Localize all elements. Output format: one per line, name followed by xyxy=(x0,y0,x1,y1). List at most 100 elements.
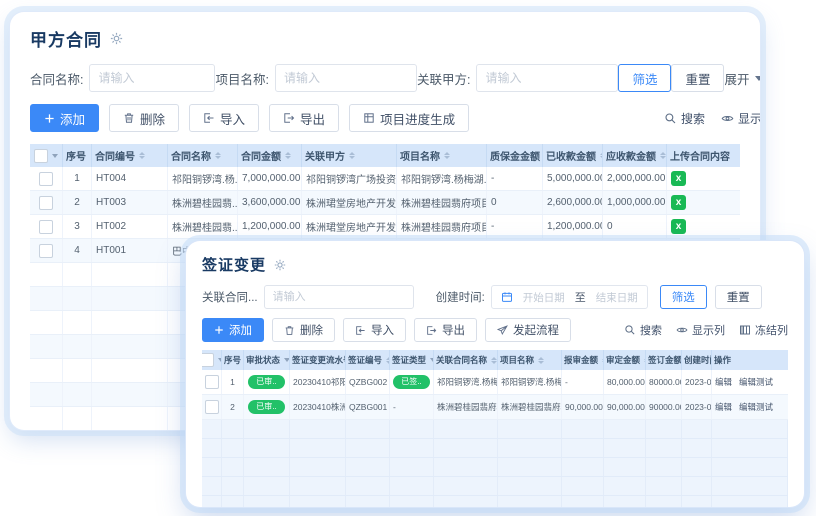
row-checkbox[interactable] xyxy=(39,244,53,258)
generate-progress-button[interactable]: 项目进度生成 xyxy=(349,104,469,132)
column-header[interactable]: 签证变更流水号 xyxy=(290,350,346,370)
column-header[interactable]: 审定金额 xyxy=(604,350,646,370)
export-button[interactable]: 导出 xyxy=(269,104,339,132)
search-icon xyxy=(624,324,636,336)
sort-icon[interactable] xyxy=(491,357,497,364)
settings-gear-icon[interactable] xyxy=(110,32,123,45)
column-header[interactable]: 审批状态 xyxy=(244,350,290,370)
column-header[interactable]: 应收款金额 xyxy=(603,144,667,167)
date-range-picker[interactable]: 开始日期 至 结束日期 xyxy=(491,285,648,309)
sort-icon[interactable] xyxy=(349,152,355,159)
filter-bar: 合同名称: 项目名称: 关联甲方: 筛选 重置 展开 xyxy=(30,64,740,92)
column-header[interactable]: 关联甲方 xyxy=(302,144,397,167)
column-header[interactable]: 项目名称 xyxy=(498,350,562,370)
settings-gear-icon[interactable] xyxy=(274,259,286,271)
empty-cell xyxy=(346,420,390,438)
cell: 祁阳铜锣湾.杨梅湖... xyxy=(434,370,498,394)
sort-icon[interactable] xyxy=(285,152,291,159)
excel-file-icon[interactable]: x xyxy=(671,171,686,186)
cell: QZBG001 xyxy=(346,395,390,419)
empty-cell xyxy=(30,359,63,382)
empty-cell xyxy=(202,420,222,438)
row-checkbox[interactable] xyxy=(205,375,219,389)
sort-icon[interactable] xyxy=(538,357,544,364)
delete-button[interactable]: 删除 xyxy=(272,318,335,342)
operation-link[interactable]: 编辑测试 xyxy=(739,376,773,388)
row-checkbox[interactable] xyxy=(205,400,219,414)
filter-button[interactable]: 筛选 xyxy=(618,64,671,92)
sort-icon[interactable] xyxy=(660,152,666,159)
create-time-label: 创建时间: xyxy=(436,289,485,305)
freeze-columns-tool[interactable]: 冻结列 xyxy=(739,322,788,338)
cell: x xyxy=(667,167,740,190)
select-all-checkbox[interactable] xyxy=(34,149,48,163)
project-name-input[interactable] xyxy=(275,64,417,92)
empty-cell xyxy=(63,407,92,430)
empty-cell xyxy=(434,420,498,438)
cell: 祁阳铜锣湾.杨梅湖... xyxy=(498,370,562,394)
visa-change-panel: 签证变更 关联合同... 创建时间: 开始日期 xyxy=(186,241,804,507)
empty-cell xyxy=(390,458,434,476)
column-header[interactable]: 签证类型 xyxy=(390,350,434,370)
related-contract-input[interactable] xyxy=(264,285,414,309)
search-tool[interactable]: 搜索 xyxy=(664,110,705,127)
cell: 1,200,000.00 xyxy=(238,215,302,238)
row-checkbox[interactable] xyxy=(39,220,53,234)
import-button[interactable]: 导入 xyxy=(343,318,406,342)
cell: - xyxy=(487,167,543,190)
column-header[interactable]: 合同编号 xyxy=(92,144,168,167)
column-header[interactable]: 合同名称 xyxy=(168,144,238,167)
filter-button[interactable]: 筛选 xyxy=(660,285,707,309)
operation-link[interactable]: 编辑 xyxy=(715,376,732,388)
contract-name-input[interactable] xyxy=(89,64,215,92)
cell: 7,000,000.00 xyxy=(238,167,302,190)
start-flow-button[interactable]: 发起流程 xyxy=(485,318,571,342)
add-button[interactable]: 添加 xyxy=(202,318,264,342)
column-header[interactable]: 质保金金额 xyxy=(487,144,543,167)
empty-cell xyxy=(244,439,290,457)
chevron-down-icon[interactable] xyxy=(52,154,58,158)
search-tool[interactable]: 搜索 xyxy=(624,322,662,338)
empty-cell xyxy=(682,458,712,476)
export-button[interactable]: 导出 xyxy=(414,318,477,342)
empty-cell xyxy=(290,439,346,457)
related-party-input[interactable] xyxy=(476,64,618,92)
import-button[interactable]: 导入 xyxy=(189,104,259,132)
cell: 80,000.00 xyxy=(604,370,646,394)
operation-link[interactable]: 编辑 xyxy=(715,401,732,413)
column-header-label: 序号 xyxy=(224,354,241,366)
column-header[interactable]: 签证编号 xyxy=(346,350,390,370)
column-header[interactable]: 关联合同名称 xyxy=(434,350,498,370)
empty-cell xyxy=(222,496,244,507)
column-header[interactable]: 签订金额 xyxy=(646,350,682,370)
column-header-label: 质保金金额 xyxy=(490,148,540,163)
expand-toggle[interactable]: 展开 xyxy=(724,69,760,88)
select-all-checkbox[interactable] xyxy=(202,353,214,367)
column-header[interactable]: 报审金额 xyxy=(562,350,604,370)
empty-cell xyxy=(202,477,222,495)
start-date-field[interactable]: 开始日期 xyxy=(523,290,565,305)
sort-icon[interactable] xyxy=(444,152,450,159)
reset-button[interactable]: 重置 xyxy=(671,64,724,92)
sort-icon[interactable] xyxy=(139,152,145,159)
empty-cell xyxy=(712,496,788,507)
reset-button[interactable]: 重置 xyxy=(715,285,762,309)
row-checkbox[interactable] xyxy=(39,172,53,186)
end-date-field[interactable]: 结束日期 xyxy=(596,290,638,305)
empty-cell xyxy=(682,439,712,457)
sort-icon[interactable] xyxy=(215,152,221,159)
delete-button[interactable]: 删除 xyxy=(109,104,179,132)
row-checkbox[interactable] xyxy=(39,196,53,210)
column-header[interactable]: 项目名称 xyxy=(397,144,487,167)
excel-file-icon[interactable]: x xyxy=(671,195,686,210)
add-button[interactable]: 添加 xyxy=(30,104,99,132)
row-select-cell xyxy=(202,395,222,419)
excel-file-icon[interactable]: x xyxy=(671,219,686,234)
column-header-label: 项目名称 xyxy=(500,354,534,366)
operation-link[interactable]: 编辑测试 xyxy=(739,401,773,413)
column-header[interactable]: 合同金额 xyxy=(238,144,302,167)
cell: 已审.. xyxy=(244,395,290,419)
display-columns-tool[interactable]: 显示列 xyxy=(721,110,760,127)
column-header[interactable]: 已收款金额 xyxy=(543,144,603,167)
display-columns-tool[interactable]: 显示列 xyxy=(676,322,725,338)
